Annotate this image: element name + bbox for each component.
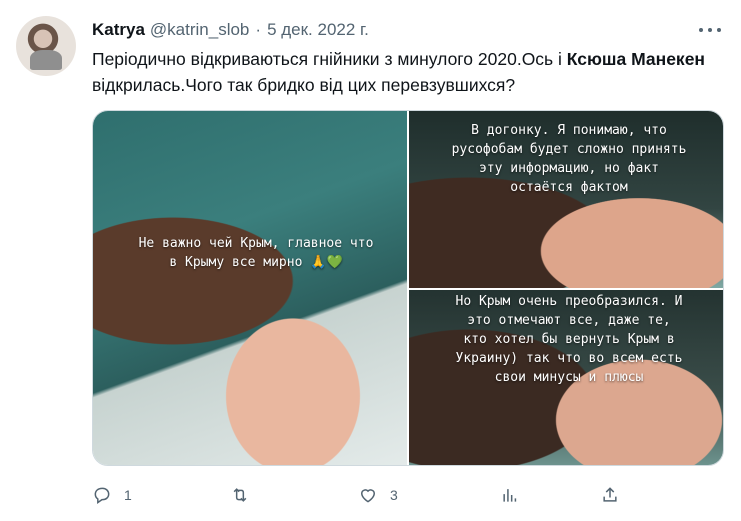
- author-handle[interactable]: @katrin_slob: [150, 20, 249, 40]
- retweet-button[interactable]: [230, 482, 250, 508]
- photo-1[interactable]: Не важно чей Крым, главное что в Крыму в…: [93, 111, 407, 465]
- media-grid: Не важно чей Крым, главное что в Крыму в…: [92, 110, 724, 466]
- views-icon: [503, 489, 517, 502]
- like-button[interactable]: 3: [358, 482, 398, 508]
- reply-count: 1: [124, 487, 132, 503]
- like-icon: [360, 489, 376, 503]
- reply-icon: [94, 487, 110, 504]
- views-button[interactable]: [500, 482, 520, 508]
- tweet[interactable]: Katrya @katrin_slob · 5 дек. 2022 г. Пер…: [0, 0, 741, 521]
- share-icon: [603, 487, 617, 502]
- tweet-date[interactable]: 5 дек. 2022 г.: [267, 20, 369, 40]
- more-dot: [708, 28, 712, 32]
- action-bar: 1 3: [92, 482, 722, 508]
- reply-button[interactable]: 1: [92, 482, 132, 508]
- separator: ·: [255, 20, 262, 39]
- avatar[interactable]: [16, 16, 76, 76]
- photo-3[interactable]: Но Крым очень преобразился. И это отмеча…: [409, 290, 723, 465]
- tweet-text-bold: Ксюша Манекен: [566, 49, 705, 69]
- green-heart-icon: 💚: [326, 255, 343, 270]
- more-dot: [717, 28, 721, 32]
- tweet-text: Періодично відкриваються гнійники з мину…: [92, 46, 712, 98]
- tweet-header: Katrya @katrin_slob · 5 дек. 2022 г.: [92, 19, 369, 41]
- more-dot: [699, 28, 703, 32]
- retweet-icon: [233, 488, 247, 502]
- photo-1-caption: Не важно чей Крым, главное что в Крыму в…: [111, 234, 401, 272]
- share-button[interactable]: [600, 482, 620, 508]
- photo-2[interactable]: В догонку. Я понимаю, что русофобам буде…: [409, 111, 723, 288]
- author-name[interactable]: Katrya: [92, 20, 145, 40]
- more-icon[interactable]: [699, 20, 721, 40]
- photo-2-caption: В догонку. Я понимаю, что русофобам буде…: [451, 123, 687, 195]
- like-count: 3: [390, 487, 398, 503]
- photo-3-caption: Но Крым очень преобразился. И это отмеча…: [455, 294, 683, 385]
- tweet-text-part1: Періодично відкриваються гнійники з мину…: [92, 49, 567, 69]
- tweet-text-part2: відкрилась.Чого так бридко від цих перев…: [92, 75, 516, 95]
